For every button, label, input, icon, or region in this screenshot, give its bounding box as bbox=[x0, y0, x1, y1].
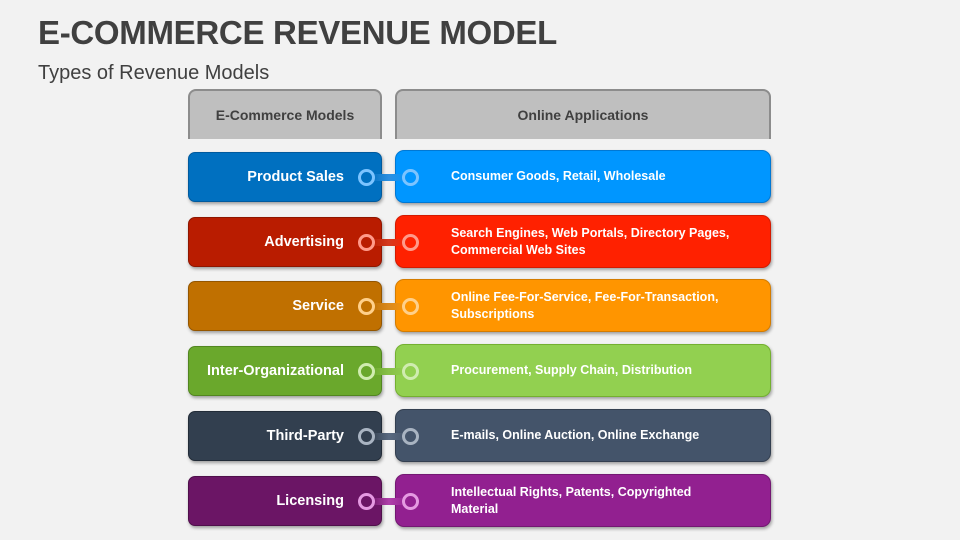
application-text: E-mails, Online Auction, Online Exchange bbox=[451, 428, 700, 442]
application-box: Intellectual Rights, Patents, Copyrighte… bbox=[395, 474, 771, 527]
connector-node-icon bbox=[402, 169, 419, 186]
application-text: Search Engines, Web Portals, Directory P… bbox=[451, 225, 730, 257]
table-row: Third-Party E-mails, Online Auction, Onli… bbox=[0, 409, 960, 463]
page-title: E-COMMERCE REVENUE MODEL bbox=[38, 14, 557, 51]
connector-node-icon bbox=[358, 363, 375, 380]
application-text: Procurement, Supply Chain, Distribution bbox=[451, 363, 692, 377]
application-text: Online Fee-For-Service, Fee-For-Transact… bbox=[451, 289, 719, 321]
column-header-applications: Online Applications bbox=[395, 89, 771, 139]
column-header-models: E-Commerce Models bbox=[188, 89, 382, 139]
connector-node-icon bbox=[402, 298, 419, 315]
model-box: Product Sales bbox=[188, 152, 382, 202]
connector-node-icon bbox=[358, 234, 375, 251]
model-box: Inter-Organizational bbox=[188, 346, 382, 396]
application-text: Intellectual Rights, Patents, Copyrighte… bbox=[451, 484, 692, 516]
connector-node-icon bbox=[358, 169, 375, 186]
table-row: Licensing Intellectual Rights, Patents, C… bbox=[0, 474, 960, 528]
table-row: Inter-Organizational Procurement, Supply … bbox=[0, 344, 960, 398]
page-subtitle: Types of Revenue Models bbox=[38, 62, 270, 84]
connector-node-icon bbox=[402, 363, 419, 380]
connector-node-icon bbox=[358, 493, 375, 510]
application-box: Search Engines, Web Portals, Directory P… bbox=[395, 215, 771, 268]
connector-node-icon bbox=[358, 298, 375, 315]
table-row: Product Sales Consumer Goods, Retail, Who… bbox=[0, 150, 960, 204]
table-row: Advertising Search Engines, Web Portals, … bbox=[0, 215, 960, 269]
application-text: Consumer Goods, Retail, Wholesale bbox=[451, 169, 666, 183]
application-box: Online Fee-For-Service, Fee-For-Transact… bbox=[395, 279, 771, 332]
model-box: Licensing bbox=[188, 476, 382, 526]
application-box: Procurement, Supply Chain, Distribution bbox=[395, 344, 771, 397]
model-box: Service bbox=[188, 281, 382, 331]
connector-node-icon bbox=[402, 428, 419, 445]
connector-node-icon bbox=[402, 234, 419, 251]
table-row: Service Online Fee-For-Service, Fee-For-T… bbox=[0, 279, 960, 333]
model-box: Third-Party bbox=[188, 411, 382, 461]
application-box: Consumer Goods, Retail, Wholesale bbox=[395, 150, 771, 203]
connector-node-icon bbox=[358, 428, 375, 445]
model-box: Advertising bbox=[188, 217, 382, 267]
application-box: E-mails, Online Auction, Online Exchange bbox=[395, 409, 771, 462]
connector-node-icon bbox=[402, 493, 419, 510]
